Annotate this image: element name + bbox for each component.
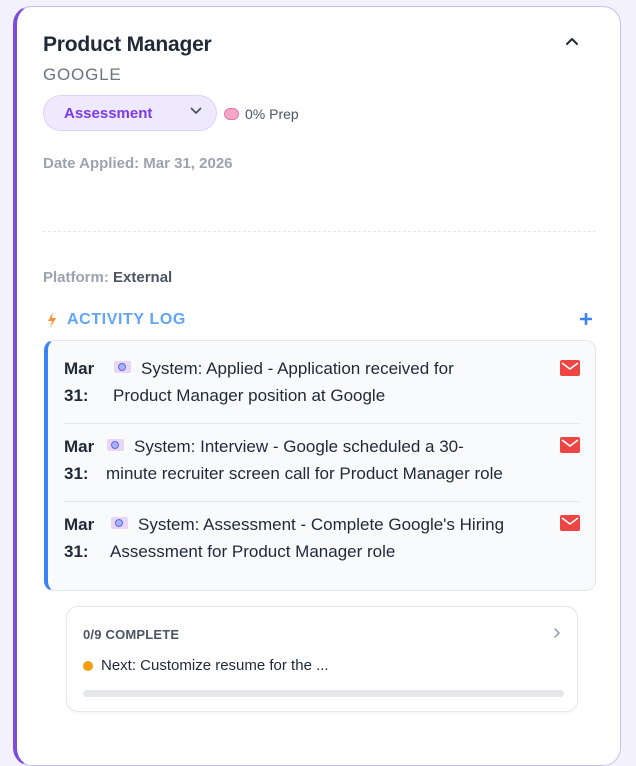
- activity-date: Mar 31:: [64, 359, 95, 405]
- add-activity-button[interactable]: [578, 311, 594, 327]
- date-applied: Date Applied: Mar 31, 2026: [43, 155, 233, 172]
- status-value: Assessment: [64, 104, 153, 122]
- checklist-progress-card[interactable]: 0/9 COMPLETE Next: Customize resume for …: [66, 606, 578, 712]
- platform: Platform: External: [43, 269, 172, 286]
- chevron-up-icon: [566, 37, 578, 45]
- activity-text-line1: System: Interview - Google scheduled a 3…: [134, 437, 464, 456]
- system-icon: [107, 439, 124, 451]
- prep-indicator: 0% Prep: [224, 106, 299, 122]
- chevron-right-icon[interactable]: [553, 627, 561, 639]
- activity-text-line2: Assessment for Product Manager role: [110, 542, 396, 561]
- system-icon: [114, 361, 131, 373]
- system-icon: [111, 517, 128, 529]
- divider: [64, 423, 580, 424]
- activity-log-header: ACTIVITY LOG: [47, 311, 186, 329]
- mail-icon[interactable]: [560, 360, 580, 376]
- mail-icon[interactable]: [560, 515, 580, 531]
- platform-label: Platform:: [43, 269, 109, 286]
- activity-log: Mar 31: System: Applied - Application re…: [44, 340, 596, 591]
- platform-value: External: [113, 269, 173, 286]
- divider: [43, 231, 596, 232]
- checklist-progress-bar: [83, 690, 564, 697]
- collapse-button[interactable]: [560, 29, 584, 53]
- status-dropdown[interactable]: Assessment: [43, 95, 217, 131]
- mail-icon[interactable]: [560, 437, 580, 453]
- activity-text-line2: Product Manager position at Google: [113, 386, 386, 405]
- activity-text-line2: minute recruiter screen call for Product…: [106, 464, 503, 483]
- plus-icon: [580, 313, 592, 325]
- divider: [64, 501, 580, 502]
- job-title: Product Manager: [43, 33, 212, 56]
- activity-text-line1: System: Applied - Application received f…: [141, 359, 454, 378]
- company-name: GOOGLE: [43, 65, 122, 84]
- activity-date: Mar 31:: [64, 515, 95, 561]
- activity-date: Mar 31:: [64, 437, 95, 483]
- activity-text-line1: System: Assessment - Complete Google's H…: [138, 515, 505, 534]
- lightning-icon: [48, 312, 56, 328]
- job-card: Product Manager GOOGLE Assessment 0% Pre…: [13, 6, 621, 766]
- checklist-complete-count: 0/9 COMPLETE: [83, 627, 180, 642]
- brain-icon: [224, 108, 239, 120]
- next-task-label: Next: Customize resume for the ...: [101, 657, 329, 674]
- chevron-down-icon: [190, 107, 202, 114]
- activity-log-title: ACTIVITY LOG: [67, 311, 186, 328]
- next-task: Next: Customize resume for the ...: [83, 657, 329, 674]
- status-dot-icon: [83, 660, 93, 671]
- prep-label: 0% Prep: [245, 106, 299, 122]
